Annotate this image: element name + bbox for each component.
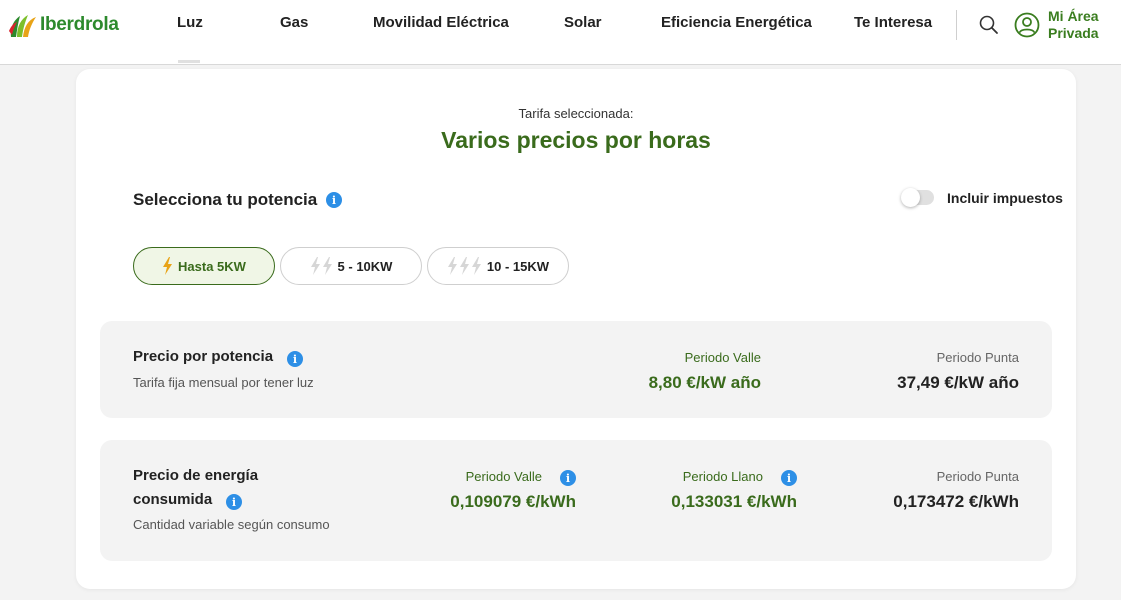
potencia-info-icon[interactable]: i [326,192,342,208]
energia-llano-info-icon[interactable]: i [781,470,797,486]
precio-potencia-subtitle: Tarifa fija mensual por tener luz [133,375,314,390]
tarifa-seleccionada-label: Tarifa seleccionada: [518,106,634,121]
potencia-option-10-15kw[interactable]: 10 - 15KW [427,247,569,285]
energia-llano-value: 0,133031 €/kWh [671,492,797,511]
mi-area-privada-link[interactable]: Mi Área Privada [1014,8,1099,42]
energia-valle-info-icon[interactable]: i [560,470,576,486]
bolt-icon [459,257,469,275]
site-header: Iberdrola Luz Gas Movilidad Eléctrica So… [0,0,1121,65]
pill-label: 5 - 10KW [337,258,393,274]
bolt-icon [310,257,320,275]
bolt-icon [163,257,173,275]
bolt-icon [322,257,332,275]
energia-valle-value: 0,109079 €/kWh [450,492,576,511]
search-button[interactable] [978,14,1000,36]
account-label-line2: Privada [1048,25,1099,41]
bolt-icon [447,257,457,275]
nav-divider [956,10,957,40]
tarifa-title: Varios precios por horas [441,127,711,153]
toggle-knob [901,188,920,207]
nav-luz[interactable]: Luz [177,14,203,31]
precio-energia-title-line2: consumida [133,491,213,508]
user-circle-icon [1014,12,1040,38]
potencia-option-hasta-5kw[interactable]: Hasta 5KW [133,247,275,285]
tarifa-card: Tarifa seleccionada: Varios precios por … [76,69,1076,589]
energia-valle-label: Periodo Valle [465,469,542,484]
bolt-group [162,257,174,275]
energia-punta-value: 0,173472 €/kWh [893,492,1019,511]
nav-eficiencia-energetica[interactable]: Eficiencia Energética [661,14,812,31]
nav-te-interesa[interactable]: Te Interesa [854,14,932,31]
account-label-line1: Mi Área [1048,8,1099,24]
precio-energia-subtitle: Cantidad variable según consumo [133,517,330,532]
precio-energia-panel: Precio de energía consumida i Cantidad v… [100,440,1052,561]
incluir-impuestos-toggle[interactable] [901,188,934,207]
nav-gas[interactable]: Gas [280,14,308,31]
pill-label: 10 - 15KW [486,258,550,274]
pill-label: Hasta 5KW [178,258,246,274]
nav-active-indicator [178,60,200,63]
energia-llano-label: Periodo Llano [682,469,763,484]
bolt-group [447,257,483,275]
precio-potencia-info-icon[interactable]: i [287,351,303,367]
leaf-logo-icon [9,15,36,37]
iberdrola-logo[interactable]: Iberdrola [8,10,119,40]
potencia-valle-label: Periodo Valle [684,350,761,365]
nav-solar[interactable]: Solar [564,14,602,31]
nav-movilidad-electrica[interactable]: Movilidad Eléctrica [373,14,509,31]
potencia-punta-value: 37,49 €/kW año [897,373,1019,392]
precio-energia-info-icon[interactable]: i [226,494,242,510]
energia-punta-label: Periodo Punta [936,469,1019,484]
account-label: Mi Área Privada [1048,8,1099,42]
precio-energia-title-line1: Precio de energía [133,467,259,484]
potencia-valle-value: 8,80 €/kW año [648,373,761,392]
bolt-icon [471,257,481,275]
precio-potencia-panel: Precio por potencia i Tarifa fija mensua… [100,321,1052,418]
potencia-punta-label: Periodo Punta [936,350,1019,365]
potencia-option-5-10kw[interactable]: 5 - 10KW [280,247,422,285]
incluir-impuestos-label: Incluir impuestos [947,190,1063,206]
logo-text: Iberdrola [40,14,119,35]
bolt-group [310,257,334,275]
potencia-title: Selecciona tu potencia [133,190,318,209]
search-icon [979,15,998,34]
precio-potencia-title: Precio por potencia [133,348,274,365]
